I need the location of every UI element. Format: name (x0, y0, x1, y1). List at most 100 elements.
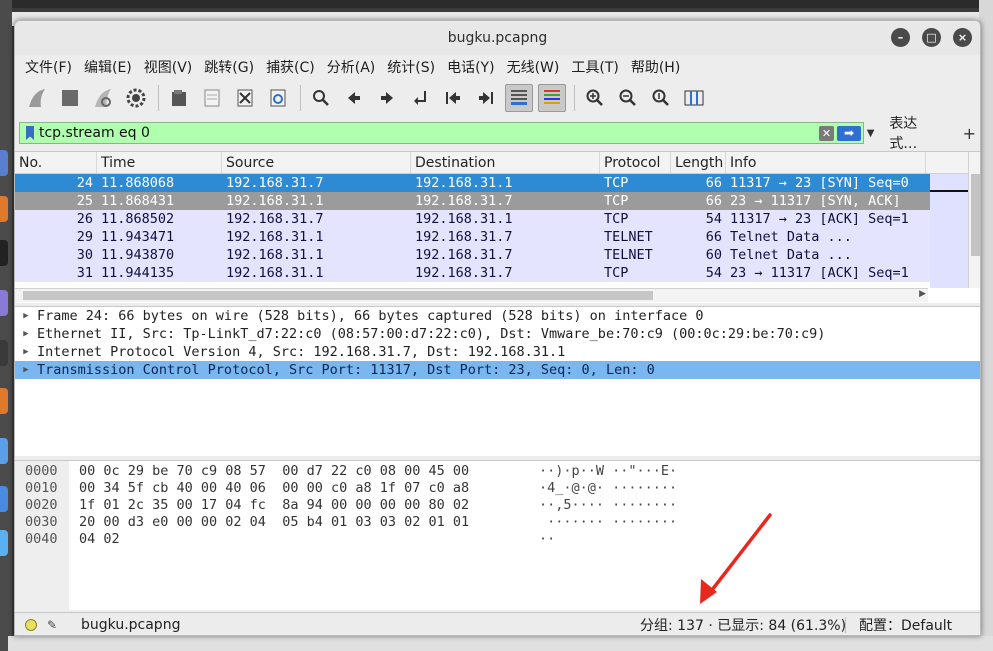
cell-time: 11.868502 (101, 211, 175, 227)
wireshark-window: bugku.pcapng – □ × 文件(F) 编辑(E) 视图(V) 跳转(… (14, 20, 981, 636)
shark-fin-start-icon[interactable] (23, 84, 51, 112)
column-header-no[interactable]: No. (15, 152, 97, 173)
menu-view[interactable]: 视图(V) (144, 57, 193, 77)
menu-wireless[interactable]: 无线(W) (507, 57, 560, 77)
bookmark-icon[interactable] (26, 126, 34, 140)
expand-arrow-icon[interactable]: ▶ (15, 365, 37, 375)
minimize-button[interactable]: – (891, 28, 910, 47)
expand-arrow-icon[interactable]: ▶ (15, 347, 37, 357)
table-row[interactable]: 25 11.868431 192.168.31.1 192.168.31.7 TCP 66… (15, 192, 980, 210)
capture-comment-icon[interactable]: ✎ (47, 618, 61, 632)
menu-file[interactable]: 文件(F) (25, 57, 72, 77)
menu-statistics[interactable]: 统计(S) (387, 57, 435, 77)
clear-filter-icon[interactable]: ✕ (819, 125, 834, 141)
table-row[interactable]: 30 11.943870 192.168.31.1 192.168.31.7 TELNE… (15, 246, 980, 264)
column-header-source[interactable]: Source (222, 152, 411, 173)
ascii-bytes[interactable]: ··)·p··W ··"···E· (539, 463, 677, 480)
hex-bytes[interactable]: 04 02 (79, 531, 120, 548)
packet-list-hscrollbar[interactable]: ▶ (15, 288, 928, 302)
filter-dropdown-chevron-icon[interactable]: ▼ (864, 128, 877, 139)
close-button[interactable]: × (953, 28, 972, 47)
expression-button[interactable]: 表达式… (889, 113, 942, 153)
cell-src: 192.168.31.1 (226, 247, 324, 263)
menu-tools[interactable]: 工具(T) (571, 57, 618, 77)
reload-icon[interactable] (264, 84, 292, 112)
dock-app-icon[interactable] (0, 340, 8, 366)
close-file-icon[interactable] (231, 84, 259, 112)
autoscroll-icon[interactable] (505, 84, 533, 112)
cell-src: 192.168.31.7 (226, 211, 324, 227)
packet-details-pane: ▶ Frame 24: 66 bytes on wire (528 bits), … (15, 306, 980, 456)
dock-app-icon[interactable] (0, 530, 8, 556)
filter-text[interactable]: tcp.stream eq 0 (39, 125, 819, 141)
colorize-icon[interactable] (538, 84, 566, 112)
dock-app-icon[interactable] (0, 196, 8, 222)
hex-bytes[interactable]: 1f 01 2c 35 00 17 04 fc 8a 94 00 00 00 0… (79, 497, 469, 514)
column-header-time[interactable]: Time (97, 152, 222, 173)
dock-app-icon[interactable] (0, 240, 8, 266)
cell-len: 66 (705, 175, 722, 191)
cell-len: 60 (705, 247, 722, 263)
menu-go[interactable]: 跳转(G) (204, 57, 254, 77)
hex-bytes[interactable]: 00 0c 29 be 70 c9 08 57 00 d7 22 c0 08 0… (79, 463, 469, 480)
dock-app-icon[interactable] (0, 486, 8, 512)
file-icon[interactable] (198, 84, 226, 112)
cell-dst: 192.168.31.7 (415, 229, 513, 245)
expert-info-led-icon[interactable] (25, 619, 37, 631)
table-row[interactable]: 29 11.943471 192.168.31.1 192.168.31.7 TELNE… (15, 228, 980, 246)
gear-options-icon[interactable] (122, 84, 150, 112)
titlebar[interactable]: bugku.pcapng – □ × (15, 21, 980, 55)
detail-row-tcp[interactable]: ▶ Transmission Control Protocol, Src Port… (15, 361, 980, 379)
cell-dst: 192.168.31.1 (415, 211, 513, 227)
apply-filter-arrow-icon[interactable]: ➡ (837, 125, 861, 141)
column-header-destination[interactable]: Destination (411, 152, 600, 173)
menu-help[interactable]: 帮助(H) (631, 57, 680, 77)
ascii-bytes[interactable]: ······· ········ (539, 514, 677, 531)
column-header-info[interactable]: Info (726, 152, 926, 173)
dock-app-icon[interactable] (0, 290, 8, 316)
column-header-protocol[interactable]: Protocol (600, 152, 671, 173)
detail-row-frame[interactable]: ▶ Frame 24: 66 bytes on wire (528 bits), … (15, 307, 980, 325)
maximize-button[interactable]: □ (922, 28, 941, 47)
hex-bytes[interactable]: 20 00 d3 e0 00 00 02 04 05 b4 01 03 03 0… (79, 514, 469, 531)
first-packet-icon[interactable] (439, 84, 467, 112)
last-packet-icon[interactable] (472, 84, 500, 112)
restart-fin-icon[interactable] (89, 84, 117, 112)
arrow-right-icon[interactable] (373, 84, 401, 112)
status-profile[interactable]: 配置：Default (859, 615, 952, 635)
display-filter-input[interactable]: tcp.stream eq 0 ✕ ➡ (19, 122, 864, 144)
menu-analyze[interactable]: 分析(A) (327, 57, 376, 77)
goto-packet-icon[interactable] (406, 84, 434, 112)
zoom-normal-icon[interactable] (647, 84, 675, 112)
expand-arrow-icon[interactable]: ▶ (15, 311, 37, 321)
stop-square-icon[interactable] (56, 84, 84, 112)
open-folder-icon[interactable] (165, 84, 193, 112)
zoom-out-icon[interactable] (614, 84, 642, 112)
hex-bytes[interactable]: 00 34 5f cb 40 00 40 06 00 00 c0 a8 1f 0… (79, 480, 469, 497)
packet-minimap[interactable] (930, 174, 968, 288)
add-filter-button[interactable]: + (963, 124, 976, 143)
detail-row-ip[interactable]: ▶ Internet Protocol Version 4, Src: 192.1… (15, 343, 980, 361)
menu-edit[interactable]: 编辑(E) (84, 57, 132, 77)
menu-telephony[interactable]: 电话(Y) (447, 57, 494, 77)
table-row[interactable]: 24 11.868068 192.168.31.7 192.168.31.1 TCP 66… (15, 174, 980, 192)
ascii-bytes[interactable]: ·· (539, 531, 555, 548)
table-row[interactable]: 31 11.944135 192.168.31.1 192.168.31.7 TCP 54… (15, 264, 980, 282)
zoom-in-icon[interactable] (581, 84, 609, 112)
menu-capture[interactable]: 捕获(C) (266, 57, 315, 77)
packet-list-vscrollbar[interactable] (968, 152, 980, 288)
magnifier-icon[interactable] (307, 84, 335, 112)
arrow-left-icon[interactable] (340, 84, 368, 112)
table-row[interactable]: 26 11.868502 192.168.31.7 192.168.31.1 TCP 54… (15, 210, 980, 228)
column-header-length[interactable]: Length (671, 152, 726, 173)
cell-no: 25 (76, 193, 93, 209)
dock-app-icon[interactable] (0, 150, 8, 176)
ascii-bytes[interactable]: ··,5···· ········ (539, 497, 677, 514)
cell-len: 54 (705, 211, 722, 227)
expand-arrow-icon[interactable]: ▶ (15, 329, 37, 339)
resize-columns-icon[interactable] (680, 84, 708, 112)
detail-row-ethernet[interactable]: ▶ Ethernet II, Src: Tp-LinkT_d7:22:c0 (08… (15, 325, 980, 343)
dock-app-icon[interactable] (0, 388, 8, 414)
dock-app-icon[interactable] (0, 438, 8, 464)
ascii-bytes[interactable]: ·4_·@·@· ········ (539, 480, 677, 497)
